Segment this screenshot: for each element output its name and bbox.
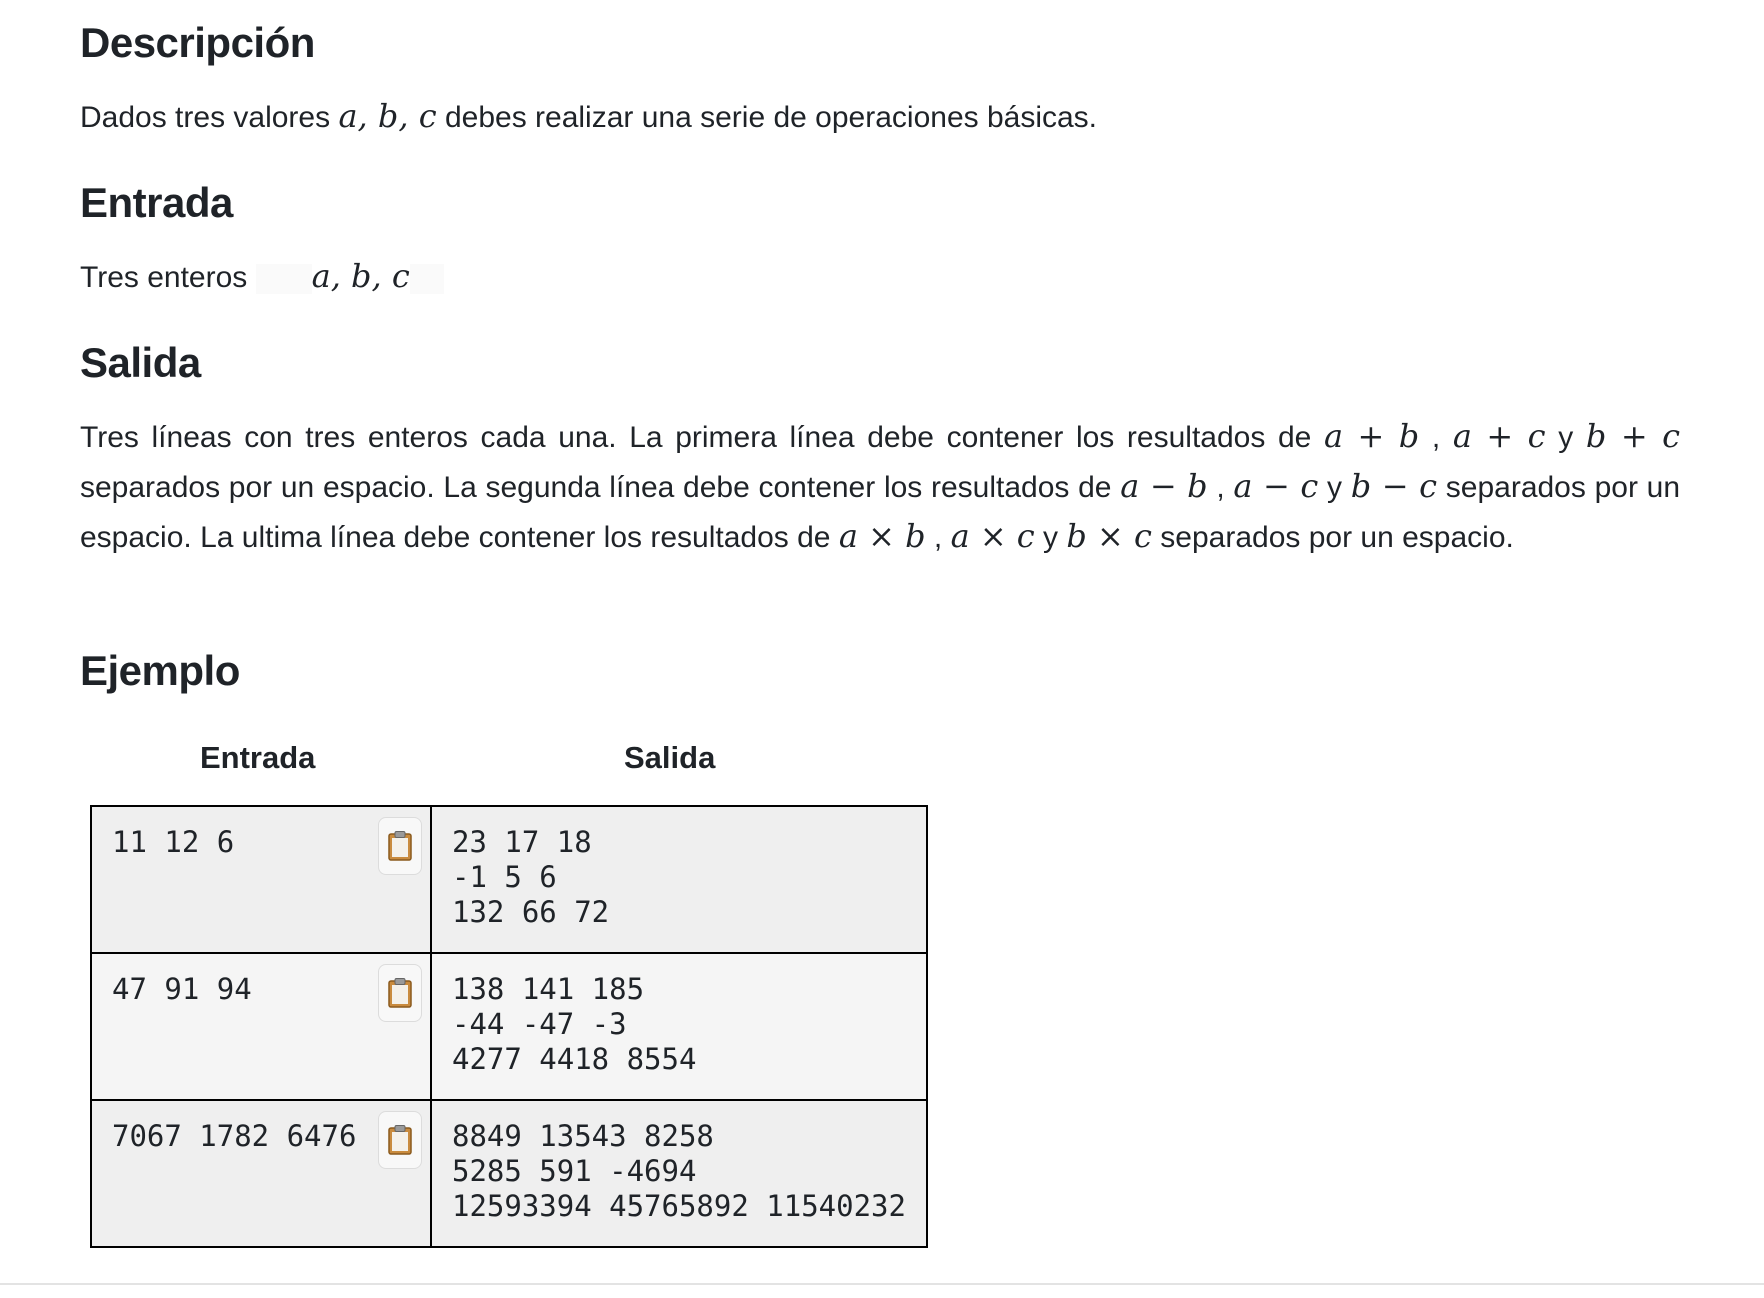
descripcion-text-after: debes realizar una serie de operaciones … [436, 101, 1098, 134]
clipboard-icon [388, 978, 412, 1008]
example-input-cell: 47 91 94 [90, 952, 432, 1101]
salida-text-1: Tres líneas con tres enteros cada una. L… [80, 421, 1324, 454]
salida-text-10: separados por un espacio. [1151, 521, 1514, 554]
example-input-cell: 7067 1782 6476 [90, 1099, 432, 1248]
divider [0, 1283, 1764, 1285]
example-row: 7067 1782 6476 8849 13543 8258 5285 591 … [90, 1099, 928, 1248]
example-output-line: -1 5 6 [452, 860, 557, 894]
math-a-plus-b: a + b [1323, 417, 1420, 455]
salida-text-2: , [1419, 421, 1453, 454]
math-a-times-c: a × c [950, 517, 1035, 555]
math-b-plus-c: b + c [1585, 417, 1681, 455]
example-output-line: 138 141 185 [452, 972, 645, 1006]
example-input-text: 11 12 6 [112, 825, 235, 859]
example-row: 47 91 94 138 141 185 -44 -47 -3 4277 441… [90, 952, 928, 1101]
clipboard-icon [388, 831, 412, 861]
example-row: 11 12 6 23 17 18 -1 5 6 132 66 72 [90, 805, 928, 954]
example-input-cell: 11 12 6 [90, 805, 432, 954]
math-a-minus-b: a − b [1120, 467, 1208, 505]
example-output-line: 12593394 45765892 11540232 [452, 1189, 906, 1223]
copy-input-button[interactable] [378, 1111, 422, 1169]
redacted-region [255, 264, 312, 295]
descripcion-text-before: Dados tres valores [80, 101, 339, 134]
section-heading-ejemplo: Ejemplo [80, 647, 240, 694]
math-a-plus-c: a + c [1452, 417, 1546, 455]
descripcion-text: Dados tres valores a, b, c debes realiza… [80, 92, 1097, 142]
redacted-region [409, 264, 444, 295]
salida-text-5: , [1207, 471, 1234, 504]
example-table: 11 12 6 23 17 18 -1 5 6 132 66 72 47 91 … [90, 805, 928, 1248]
copy-input-button[interactable] [378, 817, 422, 875]
entrada-text: Tres enteros a, b, c [80, 252, 444, 302]
section-heading-salida: Salida [80, 339, 201, 386]
example-output-line: 5285 591 -4694 [452, 1154, 697, 1188]
example-output-cell: 8849 13543 8258 5285 591 -4694 12593394 … [430, 1099, 928, 1248]
example-output-line: -44 -47 -3 [452, 1007, 627, 1041]
salida-text-9: y [1034, 521, 1067, 554]
salida-text-8: , [925, 521, 951, 554]
descripcion-math-abc: a, b, c [338, 97, 437, 135]
math-b-times-c: b × c [1066, 517, 1152, 555]
math-a-times-b: a × b [838, 517, 926, 555]
example-input-text: 7067 1782 6476 [112, 1119, 357, 1153]
math-a-minus-c: a − c [1233, 467, 1319, 505]
salida-text-3: y [1545, 421, 1586, 454]
example-column-header-entrada: Entrada [200, 740, 316, 775]
salida-text-4: separados por un espacio. La segunda lín… [80, 471, 1121, 504]
salida-text: Tres líneas con tres enteros cada una. L… [80, 412, 1680, 562]
entrada-math-abc: a, b, c [311, 257, 410, 295]
example-output-line: 132 66 72 [452, 895, 610, 929]
copy-input-button[interactable] [378, 964, 422, 1022]
example-column-header-salida: Salida [624, 740, 716, 775]
example-output-line: 23 17 18 [452, 825, 592, 859]
entrada-text-label: Tres enteros [80, 261, 256, 294]
clipboard-icon [388, 1125, 412, 1155]
section-heading-descripcion: Descripción [80, 19, 315, 66]
example-output-line: 8849 13543 8258 [452, 1119, 714, 1153]
example-output-line: 4277 4418 8554 [452, 1042, 697, 1076]
example-input-text: 47 91 94 [112, 972, 252, 1006]
example-output-cell: 23 17 18 -1 5 6 132 66 72 [430, 805, 928, 954]
salida-text-6: y [1318, 471, 1351, 504]
section-heading-entrada: Entrada [80, 179, 233, 226]
math-b-minus-c: b − c [1350, 467, 1438, 505]
example-output-cell: 138 141 185 -44 -47 -3 4277 4418 8554 [430, 952, 928, 1101]
